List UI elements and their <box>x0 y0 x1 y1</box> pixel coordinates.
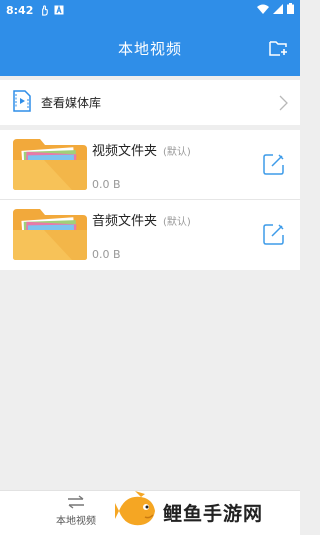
wifi-icon <box>257 4 269 17</box>
chevron-right-icon <box>279 95 288 111</box>
battery-icon <box>287 3 294 17</box>
folder-size: 0.0 B <box>92 248 121 261</box>
media-library-row[interactable]: 查看媒体库 <box>0 80 300 125</box>
app-bar: 本地视频 <box>0 20 300 76</box>
media-library-label: 查看媒体库 <box>41 96 102 110</box>
folder-list: 视频文件夹 (默认) 0.0 B 音频文件夹 (默认) 0.0 B <box>0 130 300 270</box>
a-box-icon <box>54 5 64 15</box>
folder-title: 视频文件夹 (默认) <box>92 140 191 159</box>
edit-icon <box>263 154 284 175</box>
folder-name: 视频文件夹 <box>92 144 158 159</box>
folder-icon <box>12 135 88 195</box>
folder-size: 0.0 B <box>92 178 121 191</box>
folder-icon <box>12 205 88 265</box>
folder-item[interactable]: 音频文件夹 (默认) 0.0 B <box>0 200 300 270</box>
page-title: 本地视频 <box>117 39 182 58</box>
tab-local-video[interactable]: 本地视频 <box>40 495 112 533</box>
new-folder-button[interactable] <box>268 39 290 57</box>
fish-logo-icon <box>115 490 157 535</box>
tab-label: 本地视频 <box>56 516 96 527</box>
film-file-icon <box>12 89 32 116</box>
watermark-text: 鲤鱼手游网 <box>163 503 264 525</box>
swap-arrows-icon <box>68 495 84 509</box>
edit-icon <box>263 224 284 245</box>
new-folder-icon <box>269 41 287 56</box>
folder-item[interactable]: 视频文件夹 (默认) 0.0 B <box>0 130 300 200</box>
hand-icon <box>39 4 50 16</box>
edit-button[interactable] <box>262 222 286 246</box>
folder-title: 音频文件夹 (默认) <box>92 210 191 229</box>
signal-icon <box>273 3 283 17</box>
default-badge: (默认) <box>163 217 191 228</box>
watermark: 鲤鱼手游网 <box>115 490 300 535</box>
edit-button[interactable] <box>262 152 286 176</box>
status-time: 8:42 <box>6 3 34 17</box>
status-bar: 8:42 <box>0 0 300 20</box>
default-badge: (默认) <box>163 147 191 158</box>
folder-name: 音频文件夹 <box>92 214 158 229</box>
